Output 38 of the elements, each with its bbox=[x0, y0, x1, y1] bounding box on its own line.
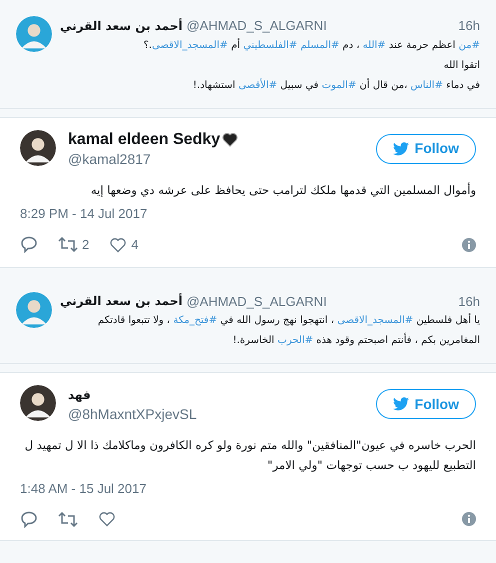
like-count: 4 bbox=[131, 236, 138, 254]
avatar bbox=[20, 385, 56, 421]
like-icon[interactable] bbox=[109, 236, 128, 253]
info-icon[interactable] bbox=[462, 238, 476, 252]
reply-icon[interactable] bbox=[20, 236, 38, 254]
retweet-count: 2 bbox=[82, 236, 90, 254]
heart-icon bbox=[222, 132, 238, 147]
timestamp[interactable]: 16h bbox=[458, 292, 480, 311]
retweet-icon[interactable] bbox=[58, 237, 78, 252]
follow-button[interactable]: Follow bbox=[376, 134, 476, 164]
author-name: أحمد بن سعد القرني bbox=[60, 17, 182, 35]
reply-icon[interactable] bbox=[20, 510, 38, 528]
timestamp[interactable]: 16h bbox=[458, 16, 480, 36]
follow-button[interactable]: Follow bbox=[376, 389, 476, 419]
author-name: أحمد بن سعد القرني bbox=[60, 292, 182, 310]
tweet-text-line: في دماء #الناس ،من قال أن #الموت في سبيل #الأقصى استشهاد.! bbox=[192, 77, 480, 92]
retweet-icon[interactable] bbox=[58, 512, 78, 526]
author-handle: @AHMAD_S_ALGARNI bbox=[186, 292, 327, 311]
tweet-date[interactable]: 8:29 PM - 14 Jul 2017 bbox=[20, 204, 476, 223]
author-handle: @8hMaxntXPxjevSL bbox=[68, 405, 197, 423]
author-name: kamal eldeen Sedky bbox=[68, 130, 220, 150]
tweet-text-line: المغامرين بكم ، فأنتم اصبحتم وقود هذه #الحرب الخاسرة.! bbox=[60, 331, 480, 351]
tweet-date[interactable]: 1:48 AM - 15 Jul 2017 bbox=[20, 479, 476, 498]
author-name: فهد bbox=[68, 387, 91, 404]
avatar bbox=[20, 130, 56, 166]
tweet-text-line: #من اعظم حرمة عند #الله ، دم #المسلم #الفلسطيني أم #المسجد_الاقصى.؟ bbox=[142, 37, 480, 52]
avatar bbox=[16, 292, 52, 328]
info-icon[interactable] bbox=[462, 512, 476, 526]
bird-icon bbox=[392, 397, 409, 411]
author-handle: @AHMAD_S_ALGARNI bbox=[186, 17, 327, 35]
tweet-text-line: يا أهل فلسطين #المسجد_الاقصى ، انتهجوا نهج رسول الله في #فتح_مكة ، ولا تتبعوا قادتكم bbox=[96, 312, 480, 328]
tweet-text: الحرب خاسره في عيون"المنافقين" والله متم نورة ولو كره الكافرون وماكلامك ذا الا ل تمهيد ل التطبيع لليهود ب حسب توجهات "ولي الامر" bbox=[24, 437, 476, 474]
avatar bbox=[16, 16, 52, 52]
tweet-text: وأموال المسلمين التي قدمها ملكك لترامب حتى يحافظ على عرشه دي وضعها إيه bbox=[90, 182, 476, 199]
bird-icon bbox=[392, 142, 409, 156]
author-handle: @kamal2817 bbox=[68, 150, 152, 168]
tweet-text-line: اتقوا الله bbox=[442, 58, 480, 72]
like-icon[interactable] bbox=[98, 511, 116, 527]
